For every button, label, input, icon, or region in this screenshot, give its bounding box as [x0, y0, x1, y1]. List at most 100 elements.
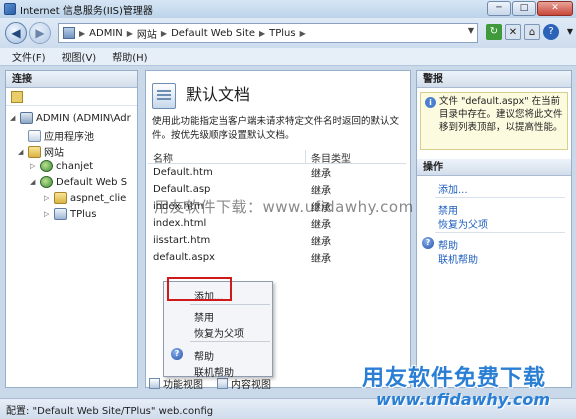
watermark-logo-url: www.ufidawhy.com — [376, 390, 550, 409]
tree-node-label: 应用程序池 — [44, 132, 94, 143]
navigation-bar: ◀ ▶ ▶ ADMIN ▶ 网站 ▶ Default Web Site ▶ TP… — [0, 18, 576, 48]
watermark-logo: 用友软件免费下载 www.ufidawhy.com — [362, 360, 550, 409]
context-menu-divider — [190, 341, 270, 342]
context-menu-revert-to-parent[interactable]: 恢复为父项 — [194, 325, 244, 340]
actions-title: 操作 — [417, 159, 571, 176]
info-icon: i — [425, 97, 436, 108]
help-dropdown-icon[interactable]: ▼ — [562, 24, 576, 40]
tree-node-label: 网站 — [44, 148, 64, 159]
address-breadcrumb[interactable]: ▶ ADMIN ▶ 网站 ▶ Default Web Site ▶ TPlus … — [58, 23, 478, 43]
document-name: Default.htm — [153, 167, 213, 178]
tree-node-aspnet-client[interactable]: ▷ aspnet_clie — [44, 192, 126, 204]
help-icon: ? — [171, 348, 183, 360]
column-header-name[interactable]: 名称 — [148, 150, 306, 165]
watermark-text: 用友软件下载：www.ufidawhy.com — [154, 198, 414, 216]
action-help[interactable]: 帮助 — [438, 237, 458, 252]
tree-node-chanjet[interactable]: ▷ chanjet — [30, 160, 93, 172]
content-view-icon — [217, 377, 228, 389]
server-node-icon — [63, 27, 75, 39]
breadcrumb-separator-icon: ▶ — [258, 28, 266, 38]
application-icon — [54, 208, 67, 220]
breadcrumb-separator-icon: ▶ — [299, 28, 306, 38]
breadcrumb-tplus[interactable]: TPlus — [269, 28, 295, 39]
back-button[interactable]: ◀ — [5, 22, 27, 44]
context-menu-online-help[interactable]: 联机帮助 — [194, 364, 234, 379]
config-path: 配置: "Default Web Site/TPlus" web.config — [6, 405, 214, 417]
arrow-right-icon: ▶ — [35, 26, 45, 40]
default-document-icon — [152, 83, 176, 109]
tree-node-sites[interactable]: ◢ 网站 — [18, 144, 64, 159]
tree-node-label: Default Web S — [56, 176, 128, 188]
watermark-logo-title: 用友软件免费下载 — [362, 366, 547, 391]
iis-app-icon — [4, 3, 16, 15]
document-name: iisstart.htm — [153, 235, 211, 246]
tree-node-label: TPlus — [70, 208, 97, 220]
entry-type: 继承 — [311, 237, 331, 248]
tree-node-label: chanjet — [56, 160, 94, 172]
feature-description: 使用此功能指定当客户端未请求特定文件名时返回的默认文件。按优先级顺序设置默认文档… — [152, 116, 400, 141]
close-button[interactable]: ✕ — [537, 1, 573, 16]
alert-message: i 文件 "default.aspx" 在当前目录中存在。建议您将此文件移到列表… — [420, 92, 568, 150]
folder-icon — [54, 192, 67, 204]
page-title: 默认文档 — [186, 85, 251, 104]
refresh-icon[interactable]: ↻ — [486, 24, 502, 40]
document-name: index.html — [153, 218, 207, 229]
menu-file[interactable]: 文件(F) — [12, 49, 46, 64]
website-icon — [40, 176, 53, 188]
tab-label: 内容视图 — [231, 379, 271, 391]
list-item[interactable]: index.html 继承 — [148, 215, 406, 232]
entry-type: 继承 — [311, 169, 331, 180]
website-icon — [40, 160, 53, 172]
stop-icon[interactable]: ✕ — [505, 24, 521, 40]
connections-title: 连接 — [6, 71, 137, 88]
breadcrumb-separator-icon: ▶ — [126, 28, 133, 38]
address-dropdown-icon[interactable]: ▼ — [468, 26, 474, 35]
alert-text: 文件 "default.aspx" 在当前目录中存在。建议您将此文件移到列表顶部… — [439, 96, 563, 133]
document-name: default.aspx — [153, 252, 215, 263]
action-online-help[interactable]: 联机帮助 — [438, 251, 478, 266]
arrow-left-icon: ◀ — [11, 26, 21, 40]
tree-node-label: aspnet_clie — [70, 192, 127, 204]
list-item[interactable]: default.aspx 继承 — [148, 249, 406, 266]
home-icon[interactable]: ⌂ — [524, 24, 540, 40]
tree-node-server[interactable]: ◢ ADMIN (ADMIN\Adr — [10, 112, 131, 124]
alerts-title: 警报 — [417, 71, 571, 88]
column-header-entry-type[interactable]: 条目类型 — [306, 150, 351, 165]
forward-button[interactable]: ▶ — [29, 22, 51, 44]
menu-help[interactable]: 帮助(H) — [112, 49, 147, 64]
breadcrumb-admin[interactable]: ADMIN — [89, 28, 123, 39]
action-revert-to-parent[interactable]: 恢复为父项 — [438, 216, 488, 231]
context-menu-divider — [190, 304, 270, 305]
context-menu-disable[interactable]: 禁用 — [194, 309, 214, 324]
context-menu-help[interactable]: 帮助 — [194, 348, 214, 363]
connections-panel: 连接 ◢ ADMIN (ADMIN\Adr 应用程序池 ◢ 网站 ▷ chanj… — [5, 70, 138, 388]
toolbar-icons: ↻ ✕ ⌂ ? ▼ — [486, 24, 576, 40]
minimize-button[interactable]: ─ — [487, 1, 511, 16]
tree-expand-icon[interactable]: ▷ — [44, 194, 52, 202]
connections-toolbar — [6, 88, 137, 106]
tree-expand-icon[interactable]: ◢ — [10, 114, 18, 122]
tree-node-app-pools[interactable]: 应用程序池 — [28, 128, 94, 143]
document-name: Default.asp — [153, 184, 211, 195]
help-icon[interactable]: ? — [543, 24, 559, 40]
actions-panel: 警报 i 文件 "default.aspx" 在当前目录中存在。建议您将此文件移… — [416, 70, 572, 388]
menu-view[interactable]: 视图(V) — [62, 49, 97, 64]
tree-node-default-web-site[interactable]: ◢ Default Web S — [30, 176, 127, 188]
breadcrumb-default-web-site[interactable]: Default Web Site — [171, 28, 255, 39]
tree-expand-icon[interactable]: ◢ — [30, 178, 38, 186]
entry-type: 继承 — [311, 186, 331, 197]
maximize-button[interactable]: □ — [512, 1, 536, 16]
tree-expand-icon[interactable]: ▷ — [30, 162, 38, 170]
list-item[interactable]: iisstart.htm 继承 — [148, 232, 406, 249]
breadcrumb-sites[interactable]: 网站 — [137, 26, 157, 41]
tree-node-tplus[interactable]: ▷ TPlus — [44, 208, 97, 220]
window-title: Internet 信息服务(IIS)管理器 — [20, 5, 153, 17]
create-connection-icon[interactable] — [11, 91, 23, 103]
entry-type: 继承 — [311, 220, 331, 231]
tree-expand-icon[interactable]: ◢ — [18, 148, 26, 156]
tree-expand-icon[interactable]: ▷ — [44, 210, 52, 218]
action-add[interactable]: 添加... — [438, 181, 468, 196]
window-controls: ─ □ ✕ — [487, 1, 573, 16]
action-disable[interactable]: 禁用 — [438, 202, 458, 217]
list-item[interactable]: Default.htm 继承 — [148, 164, 406, 181]
